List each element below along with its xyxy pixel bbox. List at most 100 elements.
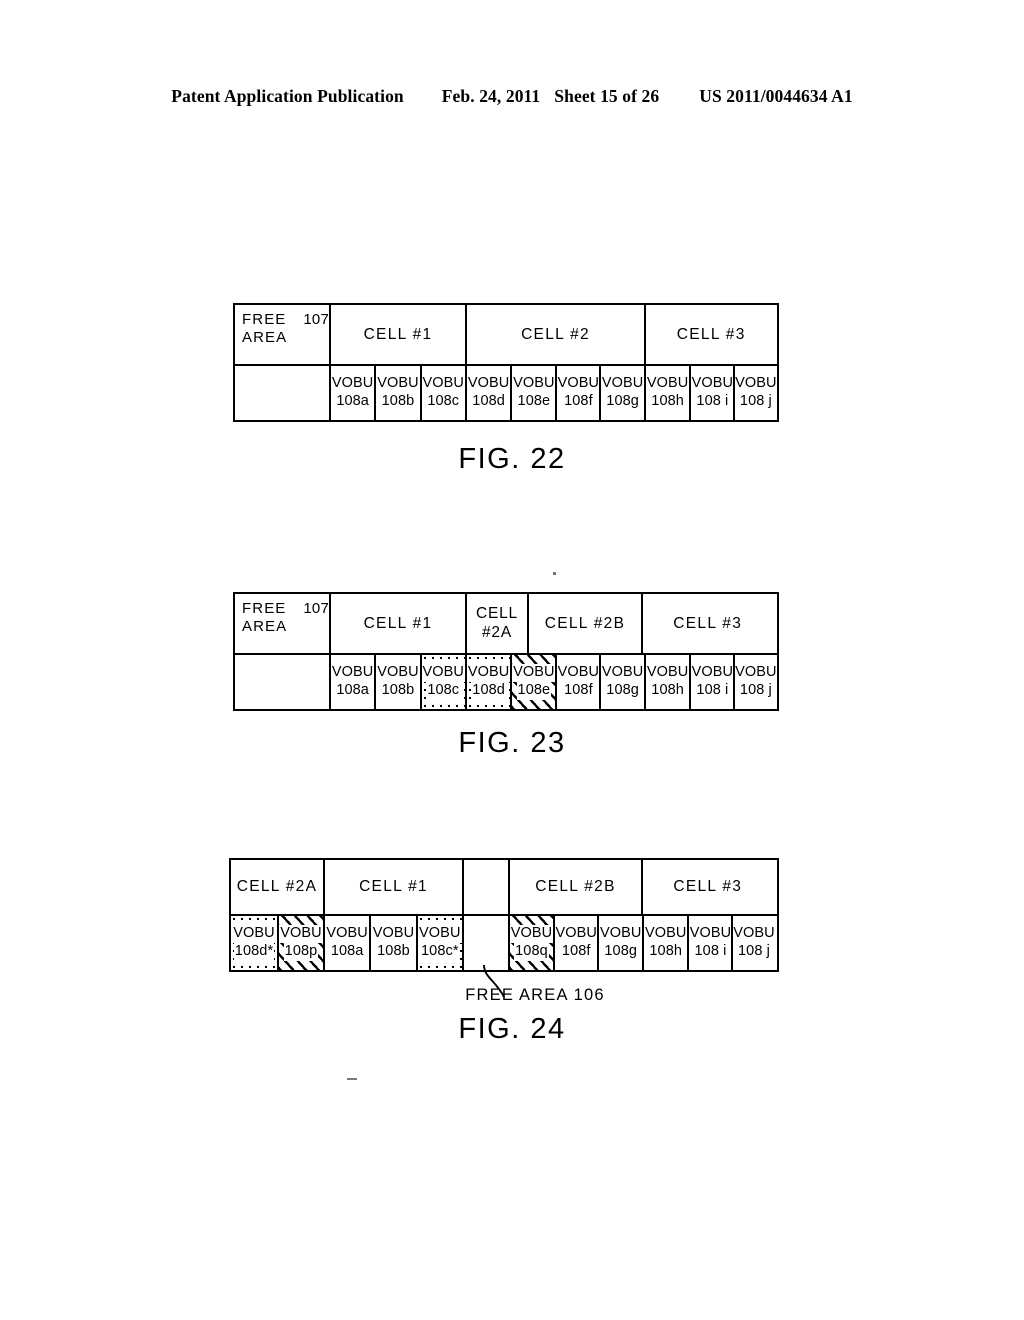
free-area-106-label: FREE AREA 106 <box>465 986 605 1004</box>
fig24-vobu-108j: VOBU 108 j <box>731 916 774 970</box>
fig23-header-row: FREE AREA 107 CELL #1 CELL #2A CELL #2B … <box>235 594 777 653</box>
vobu-line2: 108 j <box>738 943 770 959</box>
vobu-line2: 108f <box>564 682 593 698</box>
vobu-line1: VOBU <box>418 925 462 943</box>
page-header: Patent Application Publication Feb. 24, … <box>0 86 1024 107</box>
vobu-line1: VOBU <box>557 664 600 681</box>
fig22-vobu-108a: VOBU 108a <box>329 366 374 420</box>
vobu-line1: VOBU <box>467 375 510 392</box>
fig23-vobu-row: VOBU 108a VOBU 108b VOBU 108c VOBU 108d … <box>235 653 777 709</box>
fig24-vobu-108p: VOBU 108p <box>277 916 323 970</box>
vobu-line2: 108 j <box>739 393 772 409</box>
vobu-line2: 108 j <box>739 682 772 698</box>
vobu-line1: VOBU <box>509 925 553 943</box>
vobu-line2: 108p <box>283 943 319 961</box>
fig24-vobu-108g: VOBU 108g <box>597 916 642 970</box>
fig23-cell-1-label: CELL #1 <box>329 594 465 653</box>
fig22-free-area-107: FREE AREA 107 <box>235 305 329 364</box>
free-area-line1: FREE AREA <box>242 311 288 347</box>
fig22-vobu-108c: VOBU 108c <box>419 366 465 420</box>
vobu-line1: VOBU <box>599 925 642 942</box>
fig23-free-area-107: FREE AREA 107 <box>235 594 329 653</box>
fig22-vobu-108i: VOBU 108 i <box>689 366 733 420</box>
free-area-line1: FREE AREA <box>242 600 288 636</box>
fig22-vobu-108g: VOBU 108g <box>599 366 644 420</box>
vobu-line2: 108f <box>561 943 591 959</box>
vobu-line1: VOBU <box>279 925 323 943</box>
fig23-vobu-108c: VOBU 108c <box>419 655 465 709</box>
fig23-vobu-108j: VOBU 108 j <box>733 655 776 709</box>
fig22-vobu-108h: VOBU 108h <box>643 366 690 420</box>
header-sheet: Sheet 15 of 26 <box>554 86 660 106</box>
fig23-vobu-108d: VOBU 108d <box>464 655 511 709</box>
scan-speck <box>553 572 556 575</box>
vobu-line1: VOBU <box>331 664 374 681</box>
fig23-free-area-body <box>235 655 329 709</box>
fig22-vobu-108j: VOBU 108 j <box>733 366 776 420</box>
vobu-line2: 108d <box>471 682 506 700</box>
fig24-vobu-108h: VOBU 108h <box>641 916 688 970</box>
fig24-caption: FIG. 24 <box>458 1013 566 1045</box>
vobu-line2: 108a <box>336 393 369 409</box>
vobu-line1: VOBU <box>372 925 415 942</box>
fig22-vobu-108e: VOBU 108e <box>510 366 555 420</box>
vobu-line2: 108g <box>606 393 639 409</box>
fig23-vobu-108f: VOBU 108f <box>555 655 599 709</box>
vobu-line2: 108 i <box>696 393 729 409</box>
fig22-header-row: FREE AREA 107 CELL #1 CELL #2 CELL #3 <box>235 305 777 364</box>
fig23-cell-3-label: CELL #3 <box>641 594 772 653</box>
cell-label-line2: #2A <box>482 623 512 641</box>
vobu-line1: VOBU <box>512 664 556 682</box>
fig23-vobu-108a: VOBU 108a <box>329 655 374 709</box>
fig24-vobu-108i: VOBU 108 i <box>687 916 731 970</box>
vobu-line2: 108e <box>516 682 552 700</box>
fig23-cell-2b-label: CELL #2B <box>527 594 641 653</box>
fig24-vobu-108b: VOBU 108b <box>369 916 415 970</box>
fig22-free-area-body <box>235 366 329 420</box>
vobu-line2: 108d <box>472 393 505 409</box>
fig22-table: FREE AREA 107 CELL #1 CELL #2 CELL #3 VO… <box>233 303 779 422</box>
fig24-vobu-108d-star: VOBU 108d* <box>231 916 277 970</box>
vobu-line2: 108a <box>330 943 364 959</box>
fig23-table: FREE AREA 107 CELL #1 CELL #2A CELL #2B … <box>233 592 779 711</box>
scan-speck <box>347 1078 357 1080</box>
vobu-line2: 108e <box>517 393 551 409</box>
vobu-line1: VOBU <box>733 925 775 942</box>
fig22-caption: FIG. 22 <box>458 443 566 475</box>
header-date: Feb. 24, 2011 <box>441 86 541 106</box>
fig22-cell-1-label: CELL #1 <box>329 305 465 364</box>
vobu-line2: 108b <box>381 393 415 409</box>
vobu-line2: 108b <box>381 682 415 698</box>
fig24-table: CELL #2A CELL #1 CELL #2B CELL #3 VOBU 1… <box>229 858 779 972</box>
cell-label-line1: CELL <box>476 605 518 623</box>
fig24-free-area-header <box>462 860 508 914</box>
fig24-vobu-108q: VOBU 108q <box>507 916 553 970</box>
vobu-line1: VOBU <box>735 375 777 392</box>
fig23-vobu-108b: VOBU 108b <box>374 655 419 709</box>
vobu-line1: VOBU <box>555 925 597 942</box>
vobu-line2: 108d* <box>233 943 275 961</box>
fig22-vobu-row: VOBU 108a VOBU 108b VOBU 108c VOBU 108d … <box>235 364 777 420</box>
fig23-vobu-108e: VOBU 108e <box>510 655 556 709</box>
vobu-line1: VOBU <box>377 664 419 681</box>
vobu-line1: VOBU <box>601 664 644 681</box>
free-area-line2: 107 <box>303 311 329 328</box>
vobu-line2: 108a <box>336 682 369 698</box>
fig24-vobu-row: VOBU 108d* VOBU 108p VOBU 108a VOBU 108b… <box>231 914 777 970</box>
fig24-vobu-108c-star: VOBU 108c* <box>415 916 462 970</box>
vobu-line2: 108f <box>564 393 593 409</box>
vobu-line1: VOBU <box>513 375 555 392</box>
vobu-line1: VOBU <box>421 664 465 682</box>
header-publication: Patent Application Publication <box>171 86 404 106</box>
vobu-line1: VOBU <box>326 925 368 942</box>
fig24-cell-2a-label: CELL #2A <box>236 878 318 895</box>
fig22-vobu-108f: VOBU 108f <box>555 366 599 420</box>
vobu-line2: 108q <box>514 943 549 961</box>
vobu-line2: 108c* <box>419 943 460 961</box>
vobu-line1: VOBU <box>646 664 689 681</box>
fig23-vobu-108h: VOBU 108h <box>643 655 690 709</box>
header-patent-number: US 2011/0044634 A1 <box>699 86 853 106</box>
fig23-vobu-108i: VOBU 108 i <box>689 655 733 709</box>
vobu-line1: VOBU <box>377 375 419 392</box>
fig22-vobu-108d: VOBU 108d <box>464 366 511 420</box>
